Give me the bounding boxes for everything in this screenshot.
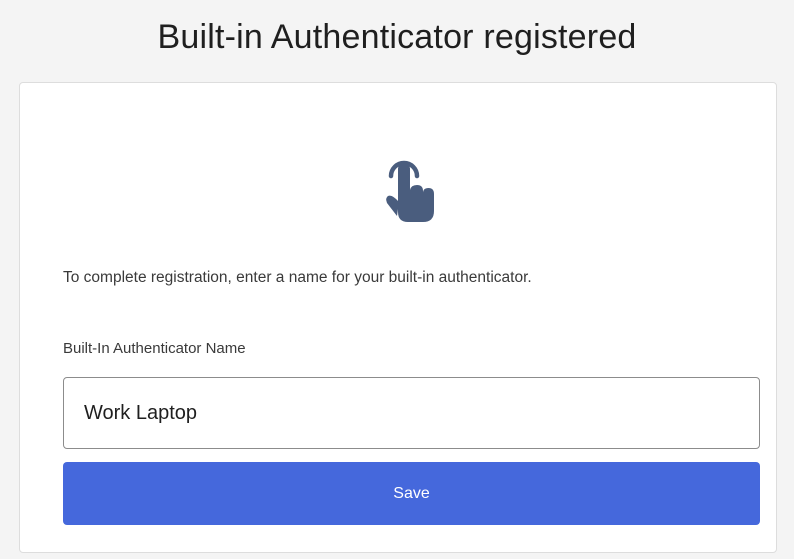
- authenticator-name-input[interactable]: [63, 377, 760, 449]
- page-title: Built-in Authenticator registered: [157, 18, 637, 56]
- registration-card: To complete registration, enter a name f…: [19, 82, 777, 553]
- page: Built-in Authenticator registered To com…: [0, 0, 794, 559]
- touch-hand-icon: [385, 150, 437, 224]
- instructions-text: To complete registration, enter a name f…: [63, 269, 532, 286]
- save-button[interactable]: Save: [63, 462, 760, 525]
- authenticator-name-label: Built-In Authenticator Name: [63, 340, 246, 357]
